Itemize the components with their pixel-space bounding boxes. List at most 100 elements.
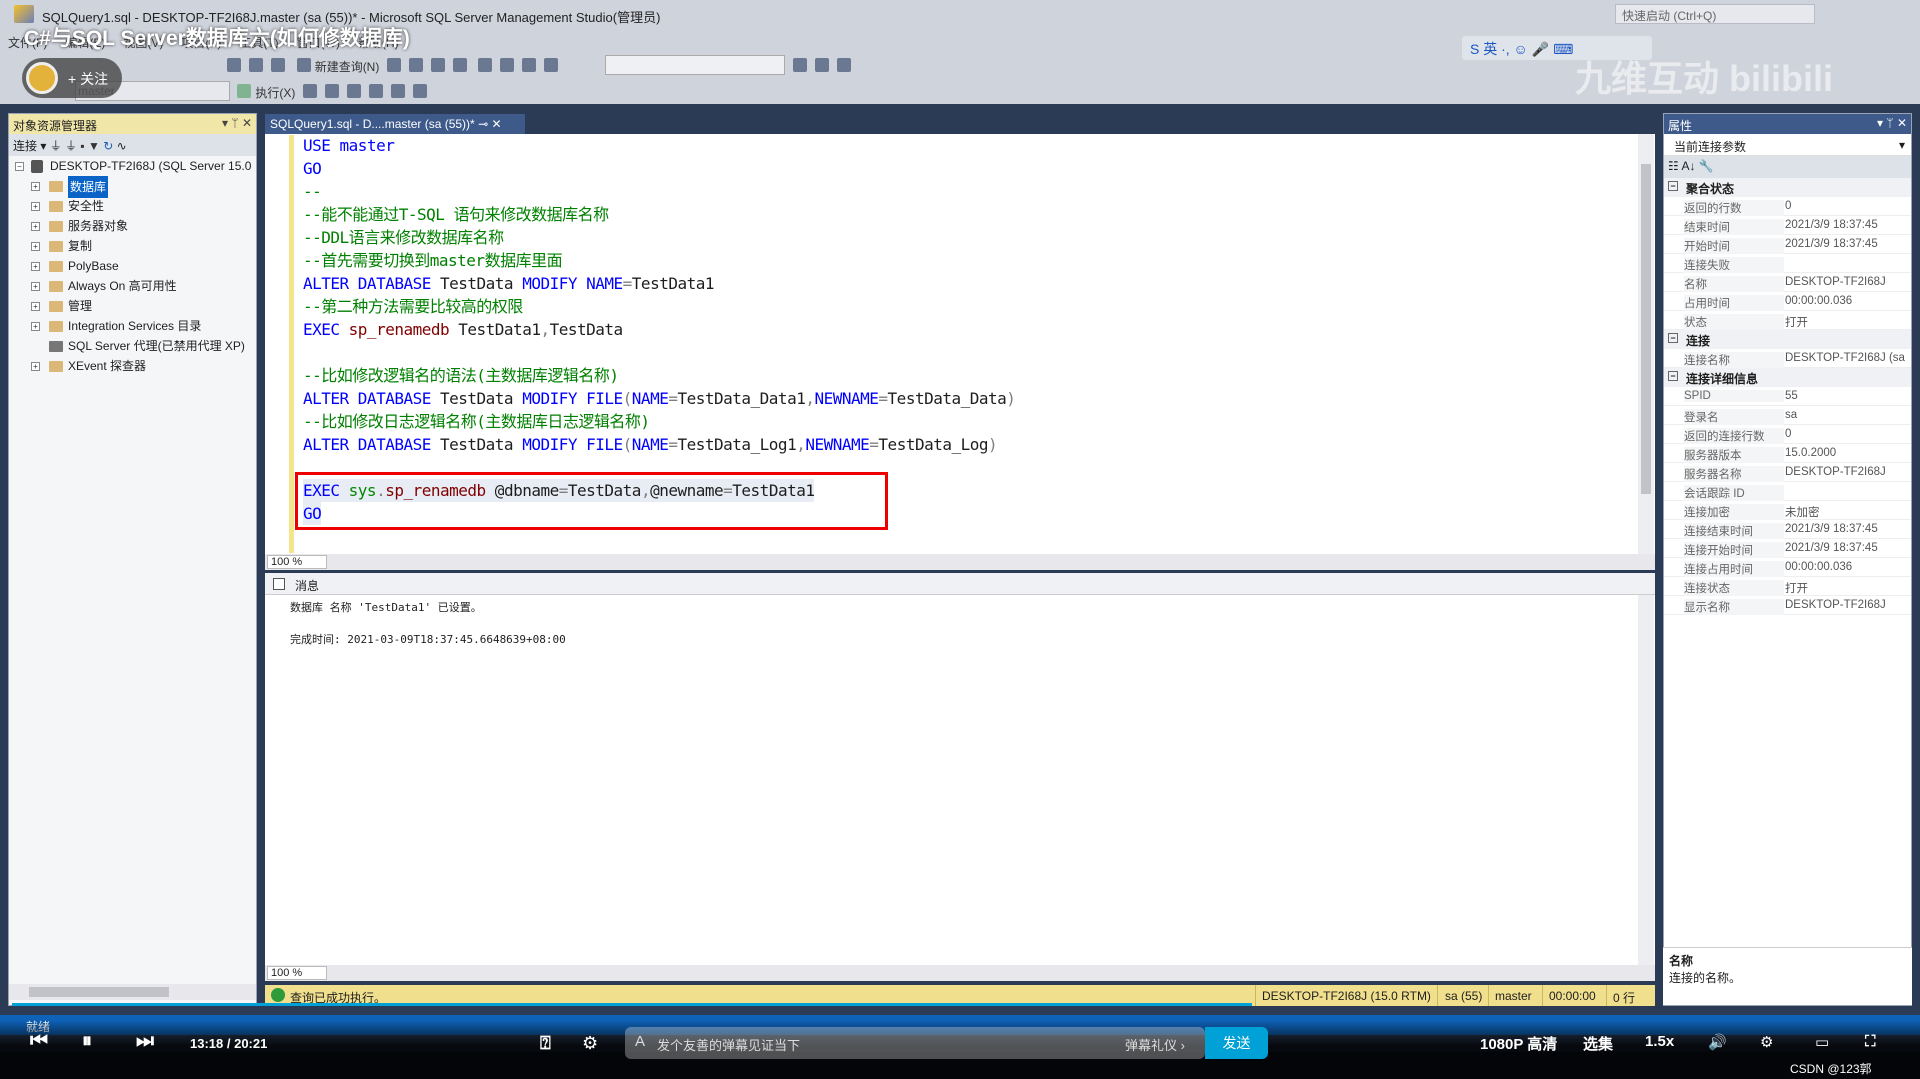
code-line[interactable]: ALTER DATABASE TestData MODIFY FILE(NAME… <box>303 433 998 456</box>
property-row[interactable]: 连接失败 <box>1664 254 1911 273</box>
code-line[interactable]: ALTER DATABASE TestData MODIFY FILE(NAME… <box>303 387 1016 410</box>
property-row[interactable]: SPID 55 <box>1664 387 1911 406</box>
search-combo[interactable] <box>605 55 786 75</box>
dmx-icon[interactable] <box>408 58 423 72</box>
code-line[interactable]: EXEC sp_renamedb TestData1,TestData <box>303 318 623 341</box>
episodes-button[interactable]: 选集 <box>1583 1033 1613 1054</box>
video-progress-bar[interactable] <box>12 1003 1252 1006</box>
property-row[interactable]: 服务器版本 15.0.2000 <box>1664 444 1911 463</box>
settings-icon[interactable]: ⚙ <box>1760 1033 1773 1051</box>
property-row[interactable]: 占用时间 00:00:00.036 <box>1664 292 1911 311</box>
property-row[interactable]: 结束时间 2021/3/9 18:37:45 <box>1664 216 1911 235</box>
tree-item[interactable]: + 服务器对象 <box>9 216 256 236</box>
next-icon[interactable]: ⏭ <box>136 1030 154 1053</box>
collapse-icon[interactable]: − <box>1668 333 1678 343</box>
execute-button[interactable]: 执行(X) <box>255 84 295 101</box>
code-line[interactable]: --能不能通过T-SQL 语句来修改数据库名称 <box>303 203 609 226</box>
cut-icon[interactable] <box>478 58 493 72</box>
quality-button[interactable]: 1080P 高清 <box>1480 1033 1557 1054</box>
properties-icon[interactable] <box>792 58 807 72</box>
pip-icon[interactable]: ▭ <box>1815 1033 1829 1051</box>
property-row[interactable]: 连接状态 打开 <box>1664 577 1911 596</box>
danmaku-settings-icon[interactable]: ⚙ <box>582 1033 598 1054</box>
tab-messages[interactable]: 消息 <box>265 573 1655 595</box>
undo-icon[interactable] <box>522 58 537 72</box>
follow-button[interactable]: + 关注 <box>22 58 122 98</box>
property-pages-icon[interactable]: 🔧 <box>1699 159 1714 173</box>
code-line[interactable]: USE master <box>303 134 395 157</box>
results-grid-icon[interactable] <box>346 84 361 98</box>
code-line[interactable]: --比如修改逻辑名的语法(主数据库逻辑名称) <box>303 364 619 387</box>
object-explorer-hscrollbar[interactable] <box>9 984 256 1000</box>
wrench-icon[interactable] <box>814 58 829 72</box>
panel-controls-icon[interactable]: ▾ ᛘ ✕ <box>1877 116 1907 130</box>
indent-icon[interactable] <box>412 84 427 98</box>
refresh-icon[interactable]: ↻ <box>103 139 113 153</box>
property-row[interactable]: 连接结束时间 2021/3/9 18:37:45 <box>1664 520 1911 539</box>
previous-icon[interactable]: ⏮ <box>30 1030 48 1053</box>
text-style-icon[interactable]: A <box>635 1033 645 1050</box>
mdx-icon[interactable] <box>386 58 401 72</box>
tree-item[interactable]: + Integration Services 目录 <box>9 316 256 336</box>
danmaku-toggle-icon[interactable]: ⍰ <box>540 1033 551 1054</box>
editor-zoom-select[interactable]: 100 % <box>267 555 327 569</box>
code-line[interactable]: GO <box>303 157 322 180</box>
categorized-icon[interactable]: ☷ <box>1668 159 1679 173</box>
messages-zoom-select[interactable]: 100 % <box>267 966 327 980</box>
property-row[interactable]: 连接占用时间 00:00:00.036 <box>1664 558 1911 577</box>
tab-sqlquery1[interactable]: SQLQuery1.sql - D....master (sa (55))* ⊸… <box>265 114 525 134</box>
property-row[interactable]: 返回的行数 0 <box>1664 197 1911 216</box>
tree-item[interactable]: SQL Server 代理(已禁用代理 XP) <box>9 336 256 356</box>
property-category[interactable]: − 连接 <box>1664 330 1911 349</box>
code-line[interactable]: ALTER DATABASE TestData MODIFY NAME=Test… <box>303 272 715 295</box>
alphabetical-icon[interactable]: A↓ <box>1681 159 1695 173</box>
editor-vscrollbar[interactable] <box>1638 134 1654 554</box>
property-category[interactable]: − 连接详细信息 <box>1664 368 1911 387</box>
property-row[interactable]: 登录名 sa <box>1664 406 1911 425</box>
close-tab-icon[interactable]: ✕ <box>491 117 501 131</box>
danmaku-input[interactable]: A 发个友善的弹幕见证当下 弹幕礼仪 › <box>625 1027 1205 1059</box>
execute-icon[interactable] <box>237 84 252 98</box>
code-line[interactable]: --比如修改日志逻辑名称(主数据库日志逻辑名称) <box>303 410 650 433</box>
property-row[interactable]: 名称 DESKTOP-TF2I68J <box>1664 273 1911 292</box>
property-row[interactable]: 显示名称 DESKTOP-TF2I68J <box>1664 596 1911 615</box>
tree-server-node[interactable]: − DESKTOP-TF2I68J (SQL Server 15.0 <box>9 156 256 176</box>
filter-icon[interactable]: ⏚ ⏚ ▪ ▼ <box>50 139 100 153</box>
property-category[interactable]: − 聚合状态 <box>1664 178 1911 197</box>
comment-icon[interactable] <box>390 84 405 98</box>
tree-item[interactable]: + 数据库 <box>9 176 256 198</box>
danmaku-etiquette-link[interactable]: 弹幕礼仪 › <box>1125 1035 1185 1054</box>
expand-icon[interactable]: + <box>31 182 40 191</box>
properties-object-select[interactable]: 当前连接参数 ▾ <box>1664 134 1911 156</box>
toolbox-icon[interactable] <box>836 58 851 72</box>
fullscreen-icon[interactable]: ⛶ <box>1865 1033 1876 1050</box>
new-query-icon[interactable] <box>296 58 311 72</box>
dax-icon[interactable] <box>452 58 467 72</box>
property-row[interactable]: 状态 打开 <box>1664 311 1911 330</box>
save-all-icon[interactable] <box>271 58 286 72</box>
expand-icon[interactable]: + <box>31 222 40 231</box>
expand-icon[interactable]: + <box>31 242 40 251</box>
new-query-button[interactable]: 新建查询(N) <box>315 58 380 75</box>
open-icon[interactable] <box>227 58 242 72</box>
tree-item[interactable]: + 管理 <box>9 296 256 316</box>
tree-item[interactable]: + Always On 高可用性 <box>9 276 256 296</box>
collapse-icon[interactable]: − <box>1668 181 1678 191</box>
stop-icon[interactable] <box>302 84 317 98</box>
results-text-icon[interactable] <box>368 84 383 98</box>
quick-launch-input[interactable]: 快速启动 (Ctrl+Q) <box>1615 4 1815 24</box>
expand-icon[interactable]: + <box>31 202 40 211</box>
tree-item[interactable]: + PolyBase <box>9 256 256 276</box>
expand-icon[interactable]: + <box>31 262 40 271</box>
pin-icon[interactable]: ⊸ <box>478 117 488 131</box>
expand-icon[interactable]: + <box>31 282 40 291</box>
tree-item[interactable]: + 复制 <box>9 236 256 256</box>
code-line[interactable]: --DDL语言来修改数据库名称 <box>303 226 504 249</box>
tree-item[interactable]: + XEvent 探查器 <box>9 356 256 376</box>
expand-icon[interactable]: + <box>31 362 40 371</box>
xmla-icon[interactable] <box>430 58 445 72</box>
volume-icon[interactable]: 🔊 <box>1708 1033 1727 1051</box>
collapse-icon[interactable]: − <box>1668 371 1678 381</box>
panel-controls-icon[interactable]: ▾ ᛘ ✕ <box>222 116 252 130</box>
property-row[interactable]: 连接名称 DESKTOP-TF2I68J (sa <box>1664 349 1911 368</box>
